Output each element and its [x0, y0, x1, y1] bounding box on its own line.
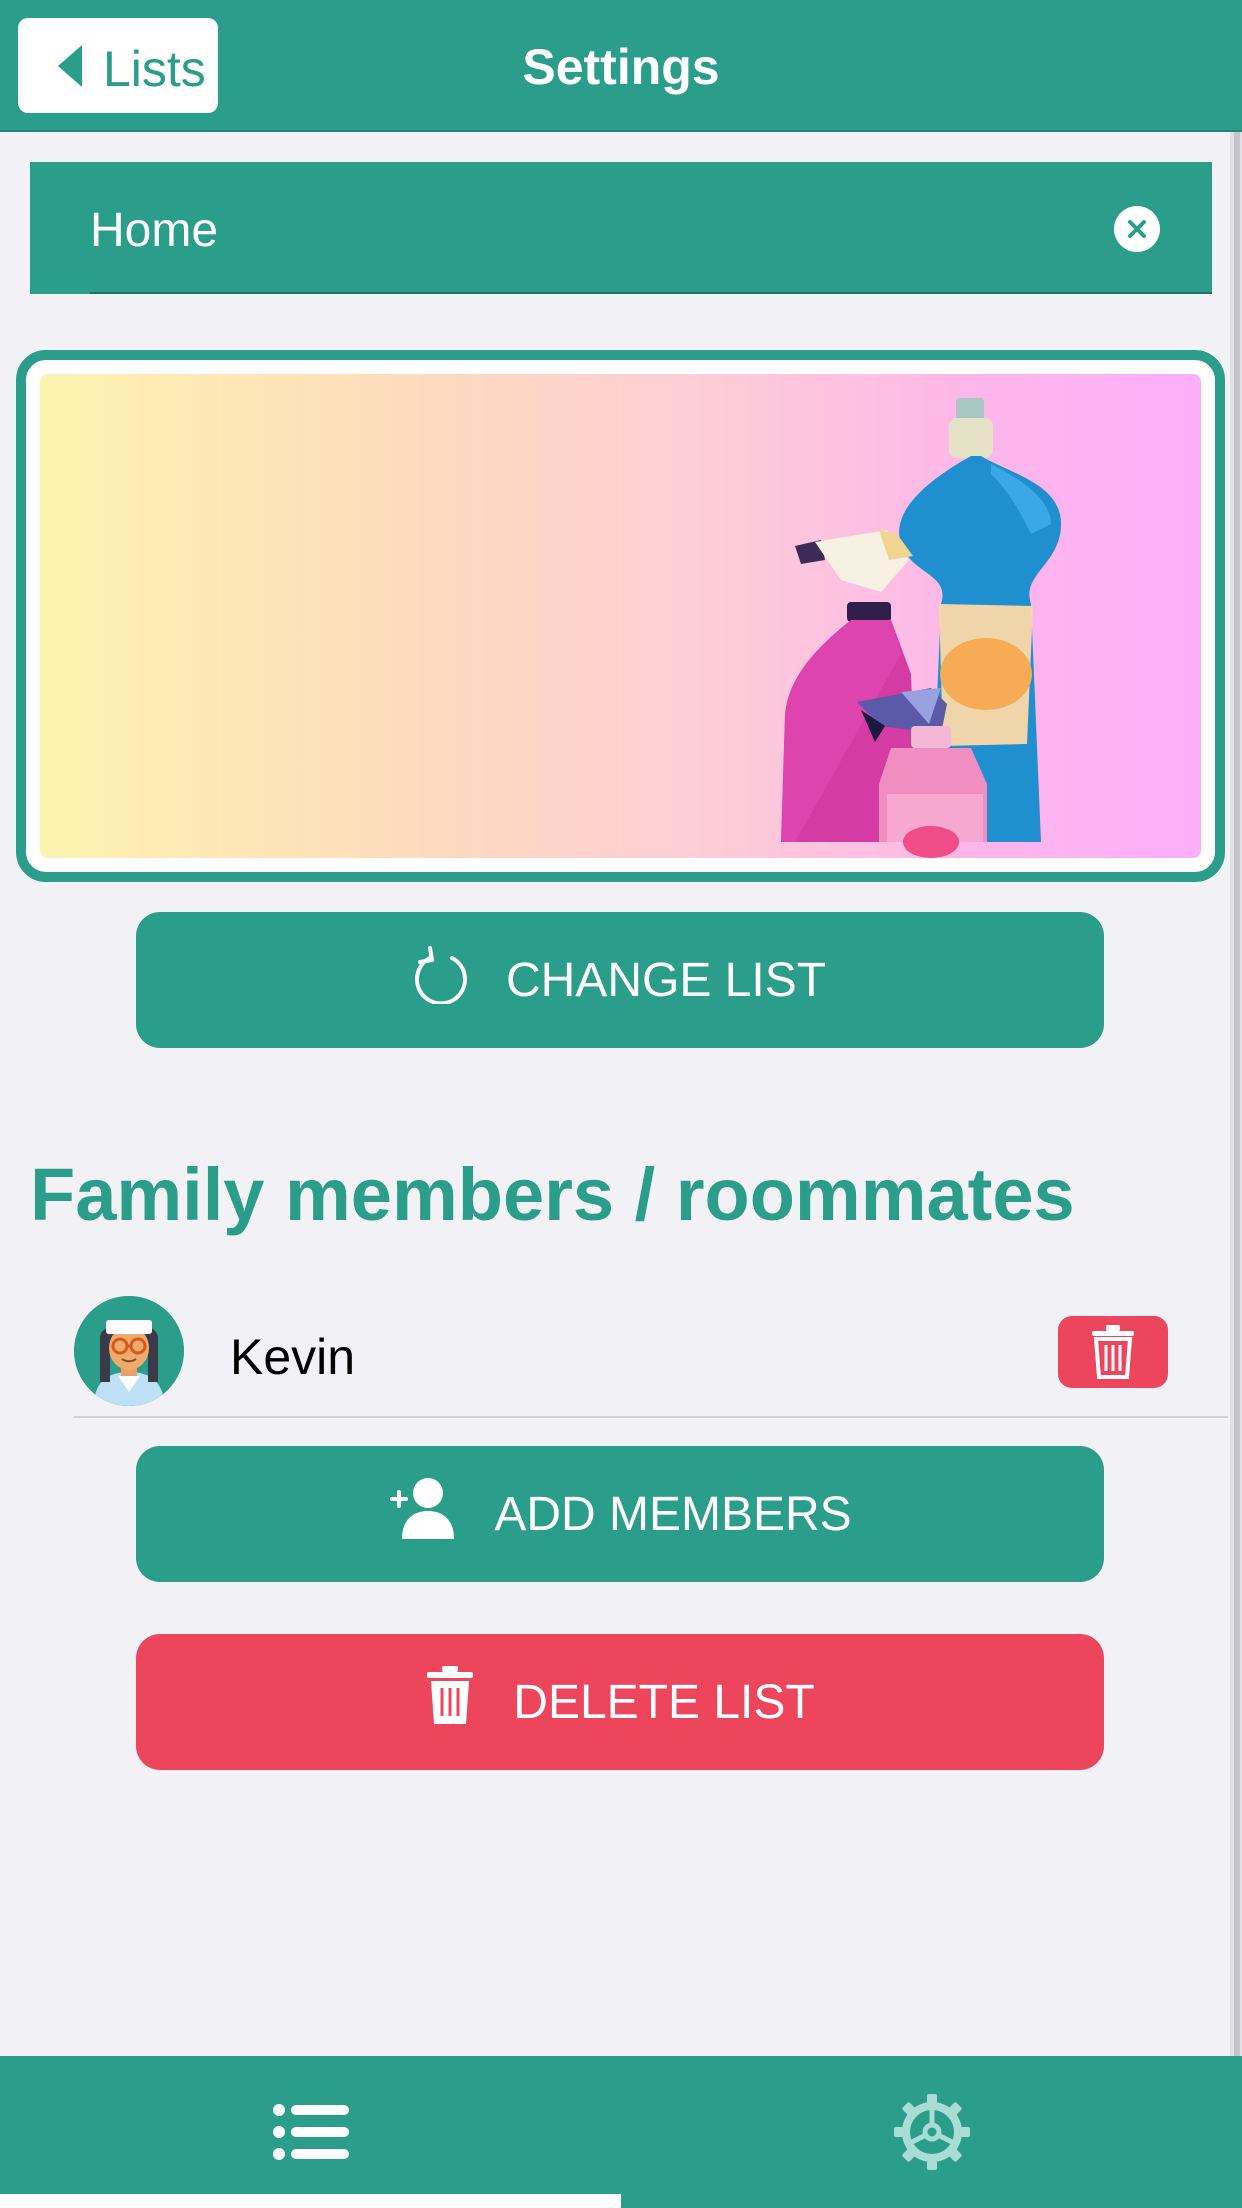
field-underline: [90, 292, 1212, 294]
trash-icon: [425, 1666, 475, 1738]
list-name-value[interactable]: Home: [90, 203, 218, 258]
refresh-icon: [414, 944, 468, 1016]
change-list-button[interactable]: CHANGE LIST: [136, 912, 1104, 1048]
list-image-frame: [16, 350, 1225, 882]
delete-list-label: DELETE LIST: [513, 1675, 815, 1729]
add-members-button[interactable]: ADD MEMBERS: [136, 1446, 1104, 1582]
page-title: Settings: [522, 39, 720, 95]
tab-settings[interactable]: [621, 2056, 1242, 2208]
tab-lists[interactable]: [0, 2056, 621, 2208]
selected-tab-indicator: [0, 2194, 621, 2208]
gear-icon: [893, 2094, 970, 2170]
member-row[interactable]: Kevin: [74, 1290, 1228, 1418]
members-section-title: Family members / roommates: [30, 1153, 1075, 1236]
scrollbar-thumb[interactable]: [1234, 132, 1240, 2056]
top-bar: Lists Settings: [0, 0, 1242, 132]
clear-text-button[interactable]: [1114, 206, 1160, 252]
cleaning-bottles-illustration: [781, 398, 1061, 858]
bottom-tab-bar: [0, 2056, 1242, 2208]
scroll-track: [1230, 132, 1242, 2056]
add-members-label: ADD MEMBERS: [494, 1487, 852, 1541]
change-list-label: CHANGE LIST: [505, 953, 827, 1007]
delete-list-button[interactable]: DELETE LIST: [136, 1634, 1104, 1770]
clear-x-icon: [1128, 220, 1146, 238]
add-person-icon: [388, 1477, 456, 1551]
trash-icon: [1092, 1325, 1134, 1379]
member-avatar: [74, 1296, 184, 1406]
member-name: Kevin: [230, 1329, 356, 1385]
remove-member-button[interactable]: [1058, 1316, 1168, 1388]
list-banner-image: [40, 374, 1201, 858]
list-name-field[interactable]: Home: [30, 162, 1212, 294]
list-icon: [272, 2104, 349, 2160]
